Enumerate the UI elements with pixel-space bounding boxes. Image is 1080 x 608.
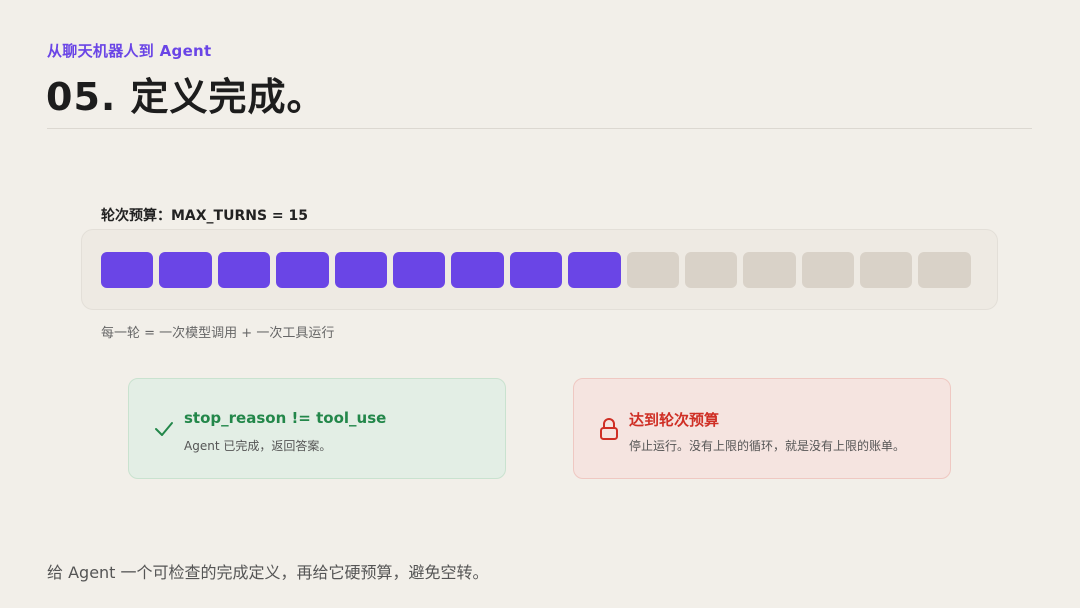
budget-limit-card-title: 达到轮次预算 — [629, 411, 720, 429]
footer-summary: 给 Agent 一个可检查的完成定义，再给它硬预算，避免空转。 — [47, 563, 489, 582]
page-title: 05. 定义完成。 — [46, 75, 326, 119]
turn-cell-used — [334, 252, 387, 288]
turn-cell-used — [568, 252, 621, 288]
budget-limit-card-desc: 停止运行。没有上限的循环，就是没有上限的账单。 — [629, 439, 906, 453]
turn-cell-remaining — [860, 252, 913, 288]
turn-cell-used — [101, 252, 154, 288]
check-icon — [153, 417, 175, 441]
turn-cell-used — [509, 252, 563, 288]
turn-cell-remaining — [684, 252, 738, 288]
turn-cell-used — [217, 252, 271, 288]
turn-budget-label: 轮次预算：MAX_TURNS = 15 — [101, 208, 309, 224]
turn-cell-remaining — [801, 252, 855, 288]
turn-cell-used — [276, 252, 329, 288]
completion-card-title: stop_reason != tool_use — [184, 409, 387, 427]
header-divider — [47, 128, 1032, 129]
turn-cell-remaining — [743, 252, 796, 288]
completion-card: stop_reason != tool_use Agent 已完成，返回答案。 — [128, 378, 506, 479]
turn-cell-used — [392, 252, 446, 288]
turn-cells — [101, 252, 971, 288]
turn-cell-remaining — [626, 252, 679, 288]
turn-cell-remaining — [918, 252, 971, 288]
turn-cell-used — [451, 252, 504, 288]
turn-definition-note: 每一轮 = 一次模型调用 + 一次工具运行 — [101, 326, 335, 341]
lock-icon — [598, 417, 620, 441]
budget-limit-card: 达到轮次预算 停止运行。没有上限的循环，就是没有上限的账单。 — [573, 378, 951, 479]
section-kicker: 从聊天机器人到 Agent — [47, 42, 212, 60]
turn-budget-track — [81, 229, 998, 310]
turn-cell-used — [159, 252, 212, 288]
completion-card-desc: Agent 已完成，返回答案。 — [184, 439, 332, 453]
